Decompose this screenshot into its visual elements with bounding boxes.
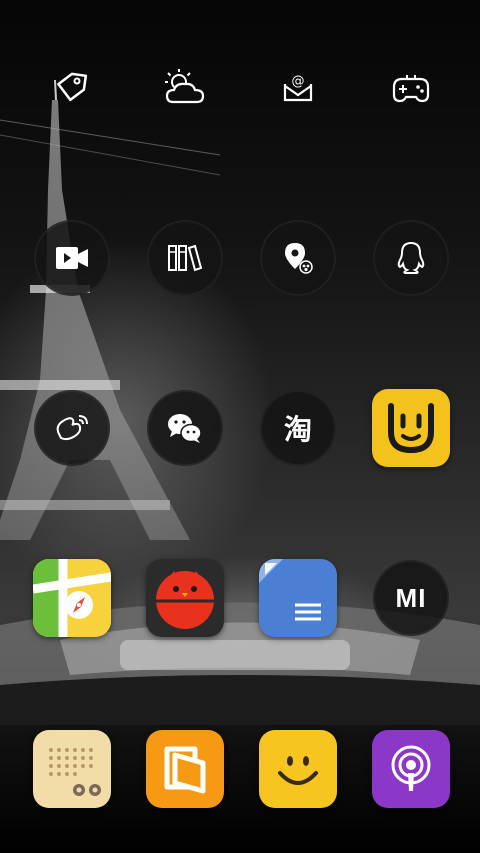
dock-radio-app[interactable] (32, 729, 112, 809)
weather-app[interactable] (145, 48, 225, 128)
wechat-circle (147, 390, 223, 466)
qq-circle (373, 220, 449, 296)
docs-app[interactable] (258, 558, 338, 638)
weather-icon (165, 69, 205, 104)
taobao-icon: 淘 (283, 413, 312, 446)
podcast-icon (391, 745, 431, 791)
baidu-map-app[interactable] (258, 218, 338, 298)
wechat-icon (168, 414, 202, 443)
smile-u-app[interactable] (371, 388, 451, 468)
smiley-icon (278, 756, 318, 785)
qq-icon (397, 241, 425, 274)
video-icon (56, 247, 88, 269)
video-circle (34, 220, 110, 296)
tag-app[interactable] (32, 48, 112, 128)
docs-tile (259, 559, 337, 637)
file-manager-icon (168, 244, 203, 272)
docs-icon (259, 559, 321, 621)
file-manager-circle (147, 220, 223, 296)
tag-icon (57, 72, 88, 102)
smiley-tile (259, 730, 337, 808)
video-app[interactable] (32, 218, 112, 298)
weibo-icon (56, 415, 88, 441)
home-screen-grid: @ 淘 MI (0, 0, 480, 853)
map-pin-icon (285, 243, 313, 274)
mi-icon: MI (395, 582, 427, 613)
smile-u-tile (372, 389, 450, 467)
podcast-tile (372, 730, 450, 808)
wallet-icon (164, 746, 206, 794)
smile-u-icon (388, 403, 434, 454)
dock-smiley-app[interactable] (258, 729, 338, 809)
taobao-circle: 淘 (260, 390, 336, 466)
maps-app[interactable] (32, 558, 112, 638)
mi-app[interactable]: MI (371, 558, 451, 638)
taobao-app[interactable]: 淘 (258, 388, 338, 468)
file-manager-app[interactable] (145, 218, 225, 298)
mi-circle: MI (373, 560, 449, 636)
maps-tile (33, 559, 111, 637)
mail-icon: @ (283, 74, 313, 102)
weibo-app[interactable] (32, 388, 112, 468)
red-bird-app[interactable] (145, 558, 225, 638)
email-app[interactable]: @ (258, 48, 338, 128)
red-bird-tile (146, 559, 224, 637)
maps-compass-icon (33, 559, 111, 637)
wallet-tile (146, 730, 224, 808)
red-bird-icon (156, 571, 214, 629)
radio-icon (49, 748, 101, 796)
games-app[interactable] (371, 48, 451, 128)
radio-tile (33, 730, 111, 808)
qq-app[interactable] (371, 218, 451, 298)
gamepad-icon (392, 75, 430, 103)
dock-podcast-app[interactable] (371, 729, 451, 809)
dock-wallet-app[interactable] (145, 729, 225, 809)
baidu-map-circle (260, 220, 336, 296)
wechat-app[interactable] (145, 388, 225, 468)
weibo-circle (34, 390, 110, 466)
svg-text:@: @ (292, 74, 305, 89)
